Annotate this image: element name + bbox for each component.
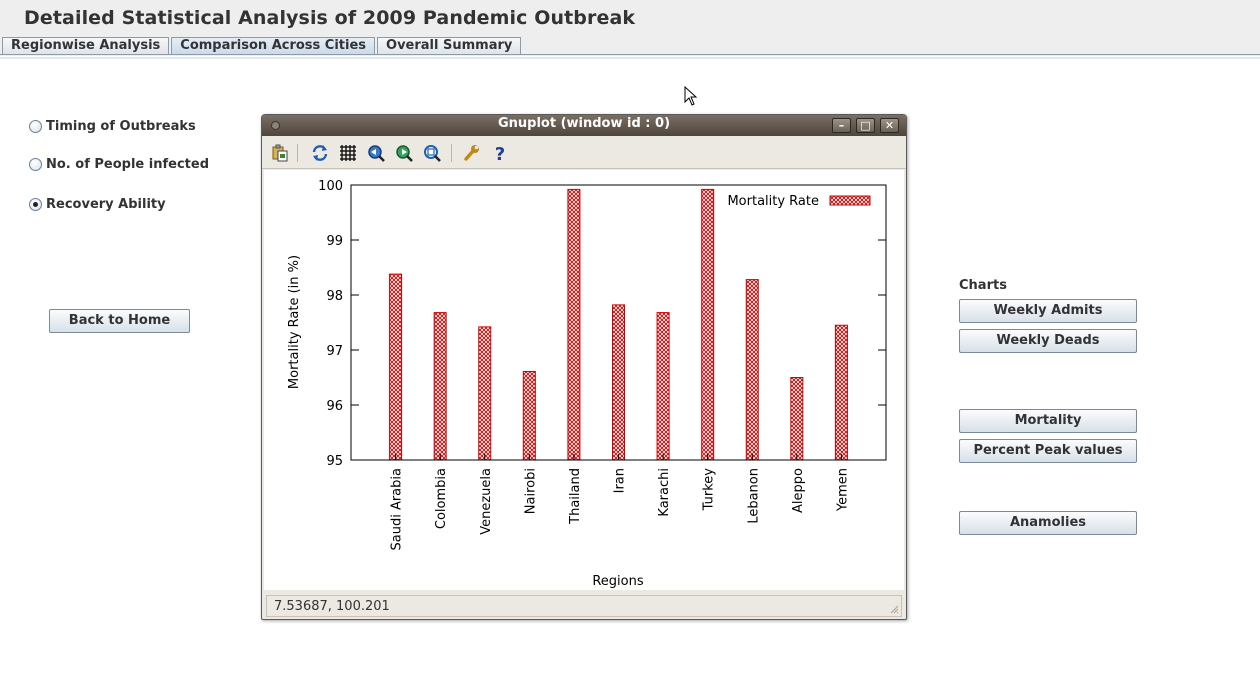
bar bbox=[522, 370, 536, 461]
x-tick-label: Iran bbox=[613, 468, 628, 493]
x-tick-label: Yemen bbox=[835, 468, 850, 512]
weekly-deads-button[interactable]: Weekly Deads bbox=[959, 329, 1137, 353]
y-tick-label: 97 bbox=[326, 344, 343, 359]
bar bbox=[656, 312, 670, 461]
svg-text:?: ? bbox=[495, 144, 505, 162]
y-tick-label: 99 bbox=[326, 234, 343, 249]
gnuplot-window-title: Gnuplot (window id : 0) bbox=[497, 116, 671, 131]
x-tick-label: Nairobi bbox=[523, 468, 538, 514]
x-tick-label: Turkey bbox=[702, 468, 717, 512]
gnuplot-statusbar: 7.53687, 100.201 bbox=[266, 595, 902, 617]
zoom-next-icon[interactable] bbox=[395, 144, 413, 162]
mortality-button[interactable]: Mortality bbox=[959, 409, 1137, 433]
legend-label: Mortality Rate bbox=[727, 194, 819, 209]
resize-grip-icon[interactable] bbox=[889, 604, 899, 614]
y-tick-label: 96 bbox=[326, 399, 343, 414]
tab-comparison-across-cities[interactable]: Comparison Across Cities bbox=[171, 37, 376, 55]
tab-content-border bbox=[0, 57, 1260, 59]
minimize-icon[interactable]: – bbox=[832, 118, 851, 133]
toolbar-separator bbox=[297, 144, 298, 162]
option-label: No. of People infected bbox=[46, 156, 209, 172]
x-tick-label: Colombia bbox=[434, 468, 449, 529]
gnuplot-window: Gnuplot (window id : 0) – □ ✕ ? 95 96 97… bbox=[261, 114, 907, 620]
gnuplot-plot-area[interactable]: 95 96 97 98 99 100 Saudi Arabia Colombia Venezue… bbox=[264, 170, 904, 590]
bar bbox=[612, 304, 625, 461]
bar bbox=[790, 377, 804, 461]
option-label: Recovery Ability bbox=[46, 196, 166, 212]
option-recovery-ability[interactable]: Recovery Ability bbox=[29, 195, 166, 213]
gnuplot-titlebar[interactable]: Gnuplot (window id : 0) – □ ✕ bbox=[262, 115, 906, 136]
maximize-icon[interactable]: □ bbox=[856, 118, 875, 133]
radio-button[interactable] bbox=[29, 157, 42, 171]
app-title: Detailed Statistical Analysis of 2009 Pa… bbox=[24, 7, 636, 29]
settings-icon[interactable] bbox=[462, 144, 480, 162]
charts-label: Charts bbox=[959, 278, 1007, 293]
radio-button[interactable] bbox=[29, 119, 42, 133]
bar bbox=[433, 312, 447, 461]
bar bbox=[834, 324, 848, 461]
cursor-coordinates: 7.53687, 100.201 bbox=[274, 599, 390, 614]
bar bbox=[567, 188, 581, 461]
x-tick-label: Venezuela bbox=[479, 468, 494, 535]
option-people-infected[interactable]: No. of People infected bbox=[29, 155, 209, 173]
tab-overall-summary[interactable]: Overall Summary bbox=[377, 37, 522, 55]
autoscale-icon[interactable] bbox=[423, 144, 441, 162]
mortality-bar-chart: 95 96 97 98 99 100 Saudi Arabia Colombia Venezue… bbox=[287, 179, 887, 589]
x-axis-label: Regions bbox=[592, 574, 644, 589]
replot-icon[interactable] bbox=[311, 144, 329, 162]
bar bbox=[701, 188, 715, 461]
x-tick-label: Aleppo bbox=[791, 468, 806, 513]
zoom-previous-icon[interactable] bbox=[367, 144, 385, 162]
percent-peak-values-button[interactable]: Percent Peak values bbox=[959, 439, 1137, 463]
close-icon[interactable]: ✕ bbox=[880, 118, 899, 133]
y-axis-label: Mortality Rate (in %) bbox=[287, 255, 302, 389]
app-header: Detailed Statistical Analysis of 2009 Pa… bbox=[0, 0, 1260, 56]
y-tick-label: 98 bbox=[326, 289, 343, 304]
radio-button-selected[interactable] bbox=[29, 197, 42, 211]
option-label: Timing of Outbreaks bbox=[46, 118, 196, 134]
anamolies-button[interactable]: Anamolies bbox=[959, 511, 1137, 535]
x-tick-label: Lebanon bbox=[746, 468, 761, 524]
x-tick-label: Thailand bbox=[568, 468, 583, 525]
gnuplot-toolbar: ? bbox=[262, 136, 906, 169]
back-to-home-button[interactable]: Back to Home bbox=[49, 309, 190, 333]
toolbar-separator bbox=[451, 144, 452, 162]
weekly-admits-button[interactable]: Weekly Admits bbox=[959, 299, 1137, 323]
x-tick-label: Karachi bbox=[657, 468, 672, 517]
option-timing-of-outbreaks[interactable]: Timing of Outbreaks bbox=[29, 117, 196, 135]
bar bbox=[478, 326, 492, 461]
tab-regionwise-analysis[interactable]: Regionwise Analysis bbox=[2, 37, 170, 55]
copy-to-clipboard-icon[interactable] bbox=[271, 144, 289, 162]
y-tick-label: 100 bbox=[318, 179, 343, 194]
grid-icon[interactable] bbox=[339, 144, 357, 162]
y-tick-label: 95 bbox=[326, 454, 343, 469]
legend-swatch bbox=[829, 195, 871, 206]
help-icon[interactable]: ? bbox=[491, 144, 509, 162]
mouse-cursor-icon bbox=[684, 86, 698, 106]
bar bbox=[745, 279, 759, 461]
tab-divider bbox=[0, 54, 1260, 55]
x-tick-label: Saudi Arabia bbox=[390, 468, 405, 551]
bar bbox=[389, 273, 403, 461]
